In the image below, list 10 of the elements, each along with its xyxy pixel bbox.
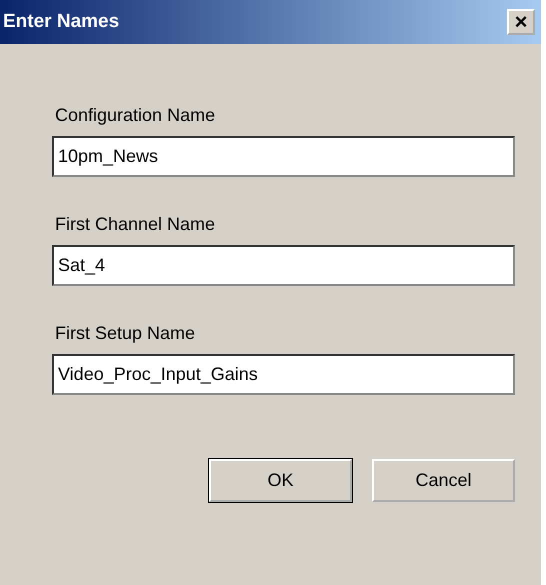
field-label: Configuration Name	[55, 104, 216, 127]
field-label: First Channel Name	[55, 213, 216, 236]
window-title: Enter Names	[3, 10, 120, 34]
close-button[interactable]: ×	[507, 9, 535, 35]
ok-button[interactable]: OK	[209, 459, 352, 502]
text-field[interactable]: 10pm_News	[52, 136, 515, 177]
text-field[interactable]: Sat_4	[52, 245, 515, 286]
text-field[interactable]: Video_Proc_Input_Gains	[52, 354, 515, 395]
field-label: First Setup Name	[55, 322, 196, 345]
cancel-button[interactable]: Cancel	[372, 459, 515, 502]
